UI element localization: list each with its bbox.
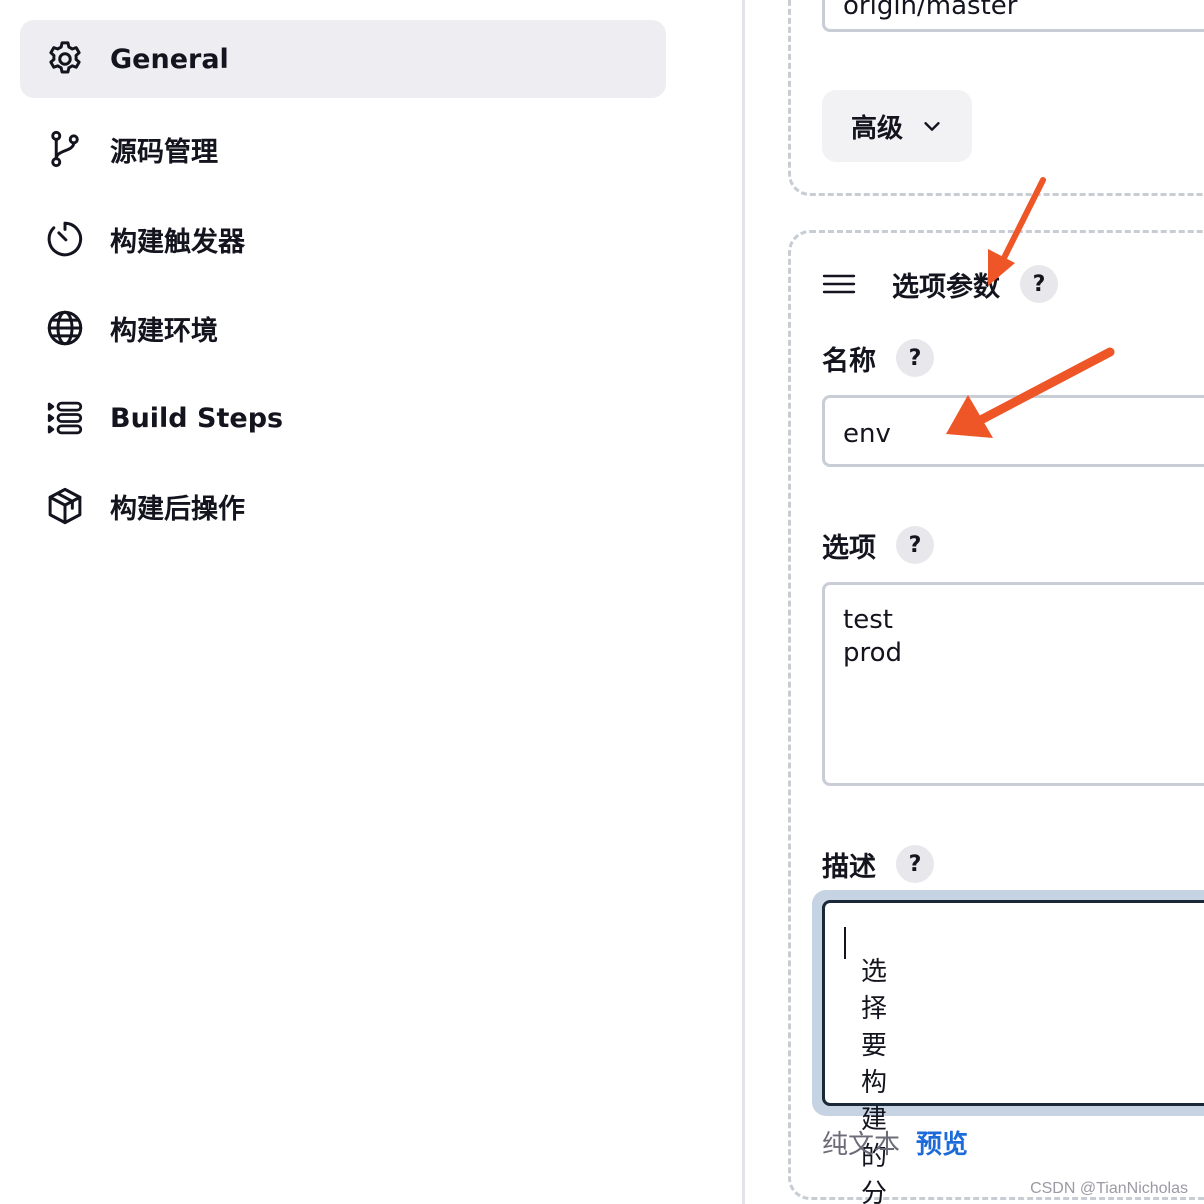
- help-icon[interactable]: ?: [896, 845, 934, 883]
- sidebar: General 源码管理 构建触发器 构建环境 Build Steps 构建后操…: [0, 0, 742, 1204]
- sidebar-item-scm[interactable]: 源码管理: [20, 110, 666, 188]
- sidebar-item-build-environment[interactable]: 构建环境: [20, 289, 666, 367]
- description-value: 选择要构建的分支: [861, 957, 888, 1204]
- sidebar-item-post-build[interactable]: 构建后操作: [20, 467, 666, 545]
- sidebar-item-label: 构建触发器: [110, 226, 245, 258]
- watermark: CSDN @TianNicholas: [1030, 1180, 1188, 1197]
- sidebar-item-label: 源码管理: [110, 136, 218, 168]
- sidebar-item-label: 构建环境: [110, 315, 218, 347]
- preview-link[interactable]: 预览: [916, 1124, 968, 1161]
- sidebar-item-build-triggers[interactable]: 构建触发器: [20, 200, 666, 278]
- help-icon[interactable]: ?: [896, 526, 934, 564]
- choices-label: 选项 ?: [822, 525, 934, 565]
- timer-icon: [44, 218, 86, 260]
- name-label-text: 名称: [822, 345, 876, 377]
- description-label-text: 描述: [822, 851, 876, 883]
- sidebar-item-build-steps[interactable]: Build Steps: [20, 379, 666, 457]
- choices-textarea[interactable]: test prod: [822, 582, 1204, 786]
- sidebar-item-label: General: [110, 43, 229, 75]
- description-value-wrap: 选择要构建的分支: [843, 927, 887, 1204]
- list-steps-icon: [44, 397, 86, 439]
- name-label: 名称 ?: [822, 338, 934, 378]
- parameter-header: 选项参数 ?: [822, 262, 1058, 306]
- choice-line: test: [843, 605, 893, 635]
- gear-icon: [44, 38, 86, 80]
- format-links: 纯文本 预览: [822, 1124, 968, 1161]
- package-icon: [44, 485, 86, 527]
- description-label: 描述 ?: [822, 844, 934, 884]
- sidebar-item-general[interactable]: General: [20, 20, 666, 98]
- drag-handle-icon[interactable]: [822, 273, 856, 295]
- parameter-title: 选项参数: [892, 271, 1000, 303]
- plain-text-label: 纯文本: [822, 1130, 901, 1160]
- chevron-down-icon: [924, 122, 940, 131]
- help-icon[interactable]: ?: [1020, 265, 1058, 303]
- sidebar-divider: [742, 0, 745, 1204]
- branch-specifier-input[interactable]: origin/master: [822, 0, 1204, 32]
- git-branch-icon: [44, 128, 86, 170]
- globe-icon: [44, 307, 86, 349]
- name-input-value: env: [843, 419, 891, 449]
- help-icon[interactable]: ?: [896, 339, 934, 377]
- sidebar-item-label: Build Steps: [110, 402, 284, 434]
- branch-specifier-value: origin/master: [843, 0, 1018, 21]
- advanced-button[interactable]: 高级: [822, 90, 972, 162]
- sidebar-item-label: 构建后操作: [110, 493, 245, 525]
- advanced-button-label: 高级: [850, 113, 903, 144]
- name-input[interactable]: env: [822, 395, 1204, 467]
- description-textarea[interactable]: 选择要构建的分支: [822, 900, 1204, 1204]
- choices-label-text: 选项: [822, 532, 876, 564]
- text-caret: [844, 927, 846, 959]
- choice-line: prod: [843, 638, 903, 668]
